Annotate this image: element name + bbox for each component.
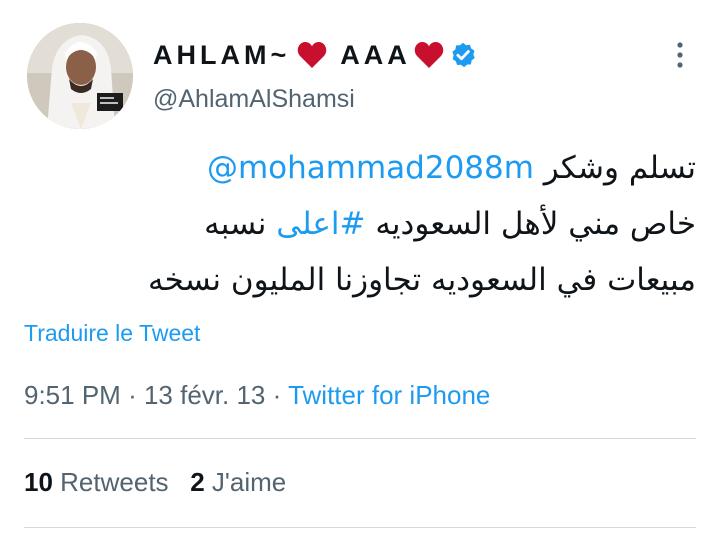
tweet-time[interactable]: 9:51 PM <box>24 380 121 410</box>
tweet-stats: 10 Retweets 2 J'aime <box>24 467 286 498</box>
heart-icon <box>298 42 327 68</box>
author-handle[interactable]: @AhlamAlShamsi <box>153 85 355 114</box>
author-avatar[interactable] <box>27 23 133 129</box>
tweet-meta: 9:51 PM · 13 févr. 13 · Twitter for iPho… <box>24 380 490 411</box>
avatar-photo <box>27 23 133 129</box>
tweet-line-2: خاص مني لأهل السعوديه #اعلى نسبه <box>24 196 696 252</box>
tweet-text-segment: نسبه <box>204 206 267 242</box>
translate-tweet-link[interactable]: Traduire le Tweet <box>24 320 200 347</box>
author-display-name-suffix: AAA <box>340 39 411 70</box>
heart-icon <box>414 42 443 68</box>
author-name-row[interactable]: AHLAM~ AAA <box>153 35 477 75</box>
retweets-stat[interactable]: 10 Retweets <box>24 467 169 497</box>
tweet-date[interactable]: 13 févr. 13 <box>144 380 265 410</box>
author-display-name[interactable]: AHLAM~ <box>153 40 290 71</box>
retweets-label: Retweets <box>60 467 169 497</box>
tweet-line-3: مبيعات في السعوديه تجاوزنا المليون نسخه <box>24 252 696 308</box>
divider <box>24 527 696 528</box>
more-icon[interactable] <box>672 40 688 70</box>
meta-separator: · <box>128 380 137 410</box>
mention-link[interactable]: @mohammad2088m <box>207 150 534 186</box>
tweet-text-segment: تسلم وشكر <box>543 150 696 186</box>
tweet-text: تسلم وشكر @mohammad2088m خاص مني لأهل ال… <box>24 140 696 308</box>
verified-badge-icon <box>449 41 477 69</box>
tweet-text-segment: خاص مني لأهل السعوديه <box>375 206 696 242</box>
likes-count: 2 <box>190 467 205 497</box>
likes-stat[interactable]: 2 J'aime <box>190 467 286 497</box>
tweet-line-1: تسلم وشكر @mohammad2088m <box>24 140 696 196</box>
hashtag-link[interactable]: #اعلى <box>276 206 365 242</box>
tweet-source-link[interactable]: Twitter for iPhone <box>288 380 490 410</box>
retweets-count: 10 <box>24 467 53 497</box>
meta-separator: · <box>272 380 282 410</box>
likes-label: J'aime <box>211 467 287 497</box>
divider <box>24 438 696 439</box>
tweet-text-segment: مبيعات في السعوديه تجاوزنا المليون نسخه <box>148 262 696 298</box>
